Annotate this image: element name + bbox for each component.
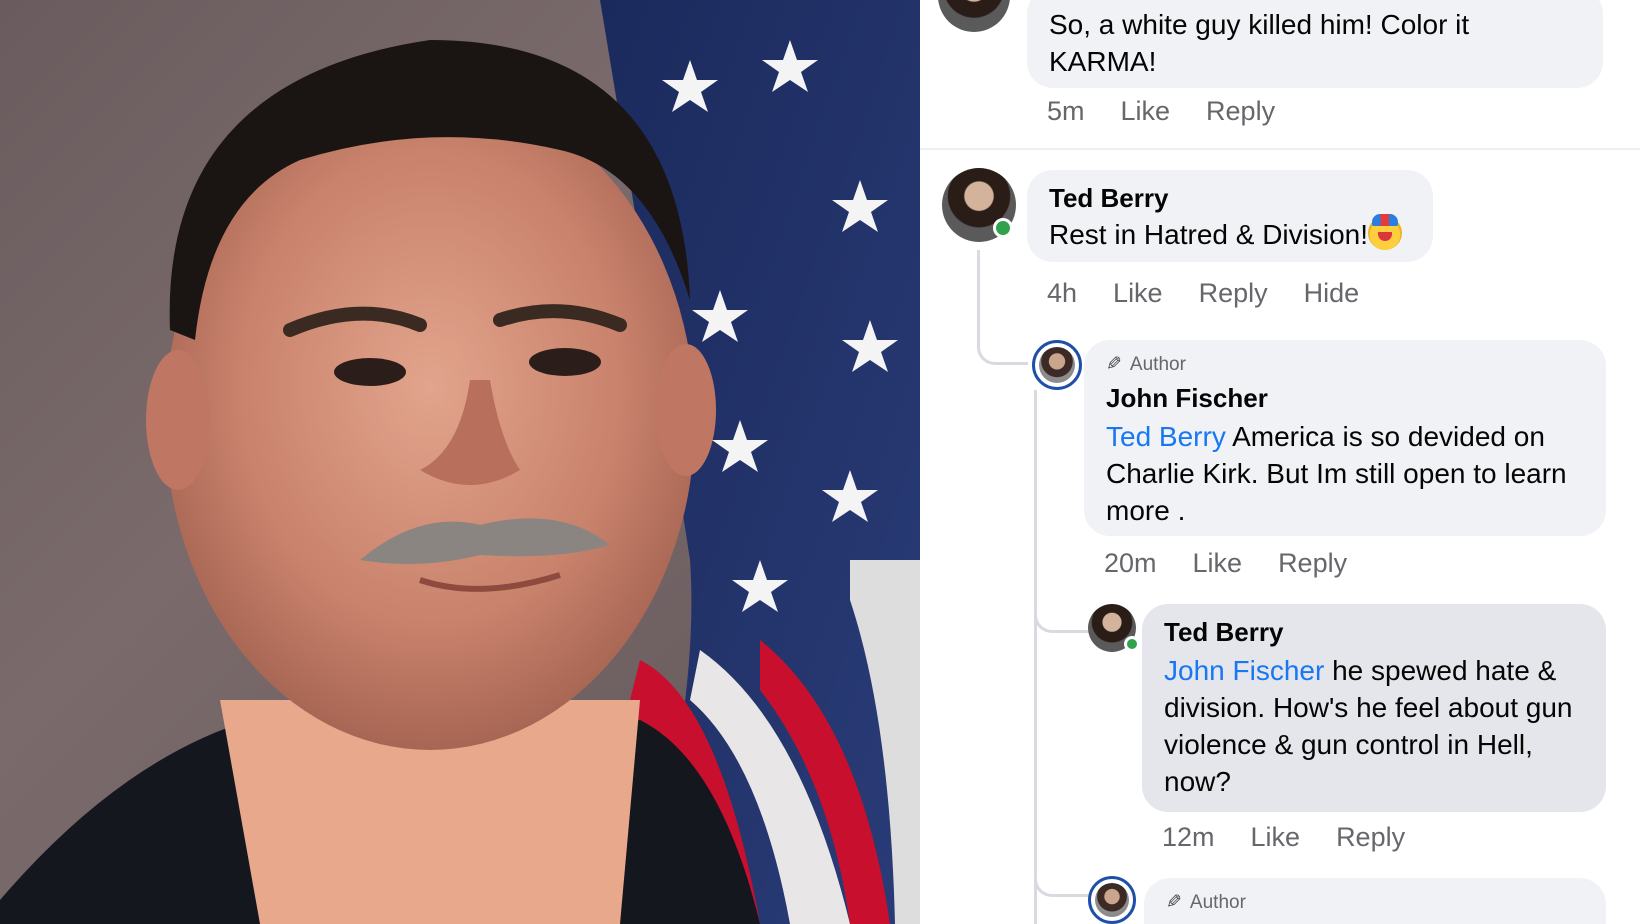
mention-link[interactable]: John Fischer <box>1164 655 1324 686</box>
comment-timestamp: 12m <box>1162 822 1215 852</box>
commenter-name[interactable]: Ted Berry <box>1049 180 1168 216</box>
hide-button[interactable]: Hide <box>1304 278 1360 309</box>
clown-face-icon <box>1368 214 1403 250</box>
comment-bubble: So, a white guy killed him! Color it KAR… <box>1027 0 1603 88</box>
comment-text: Rest in Hatred & Division! <box>1049 219 1369 250</box>
comment-actions: 4h Like Reply Hide <box>1047 278 1359 309</box>
reply-button[interactable]: Reply <box>1336 822 1405 853</box>
thread-connector <box>1034 860 1089 897</box>
comment-actions: 12m Like Reply <box>1162 822 1405 853</box>
comment-timestamp: 5m <box>1047 96 1085 126</box>
pencil-icon: ✎ <box>1166 892 1182 913</box>
comment-bubble: ✎ Author <box>1144 878 1606 924</box>
online-status-dot <box>993 218 1013 238</box>
comment-thread: So, a white guy killed him! Color it KAR… <box>920 0 1640 924</box>
mention-link[interactable]: Ted Berry <box>1106 421 1226 452</box>
right-eye <box>529 348 601 376</box>
like-button[interactable]: Like <box>1121 96 1171 127</box>
commenter-name[interactable]: John Fischer <box>1106 380 1268 416</box>
author-badge: ✎ Author <box>1166 890 1246 916</box>
comment-timestamp: 20m <box>1104 548 1157 578</box>
reply-button[interactable]: Reply <box>1278 548 1347 579</box>
left-eye <box>334 358 406 386</box>
comment-bubble: Ted Berry John Fischer he spewed hate & … <box>1142 604 1606 812</box>
author-badge: ✎ Author <box>1106 352 1186 378</box>
comment-text: So, a white guy killed him! Color it KAR… <box>1049 9 1470 77</box>
reply-button[interactable]: Reply <box>1206 96 1275 127</box>
online-status-dot <box>1124 636 1140 652</box>
commenter-name[interactable]: Ted Berry <box>1164 614 1283 650</box>
thread-connector <box>1034 560 1093 633</box>
pencil-icon: ✎ <box>1106 354 1122 375</box>
comment-text-row: Rest in Hatred & Division! <box>1049 214 1403 253</box>
avatar[interactable] <box>1088 876 1136 924</box>
comment-bubble: Ted Berry Rest in Hatred & Division! <box>1027 170 1433 262</box>
comment-bubble: ✎ Author John Fischer Ted Berry America … <box>1084 340 1606 536</box>
avatar[interactable] <box>938 0 1010 32</box>
reply-button[interactable]: Reply <box>1199 278 1268 309</box>
divider <box>920 148 1640 150</box>
author-label: Author <box>1189 892 1246 913</box>
comment-actions: 5m Like Reply <box>1047 96 1275 127</box>
like-button[interactable]: Like <box>1113 278 1163 309</box>
like-button[interactable]: Like <box>1193 548 1243 579</box>
like-button[interactable]: Like <box>1251 822 1301 853</box>
portrait-photo <box>0 0 920 924</box>
comment-text-row: Ted Berry America is so devided on Charl… <box>1106 418 1586 529</box>
author-label: Author <box>1129 354 1186 375</box>
comment-text-row: John Fischer he spewed hate & division. … <box>1164 652 1594 800</box>
avatar[interactable] <box>1032 340 1082 390</box>
thread-connector <box>1034 390 1037 924</box>
comment-timestamp: 4h <box>1047 278 1078 308</box>
thread-connector <box>977 250 1028 365</box>
portrait-illustration <box>0 0 920 924</box>
comment-actions: 20m Like Reply <box>1104 548 1347 579</box>
